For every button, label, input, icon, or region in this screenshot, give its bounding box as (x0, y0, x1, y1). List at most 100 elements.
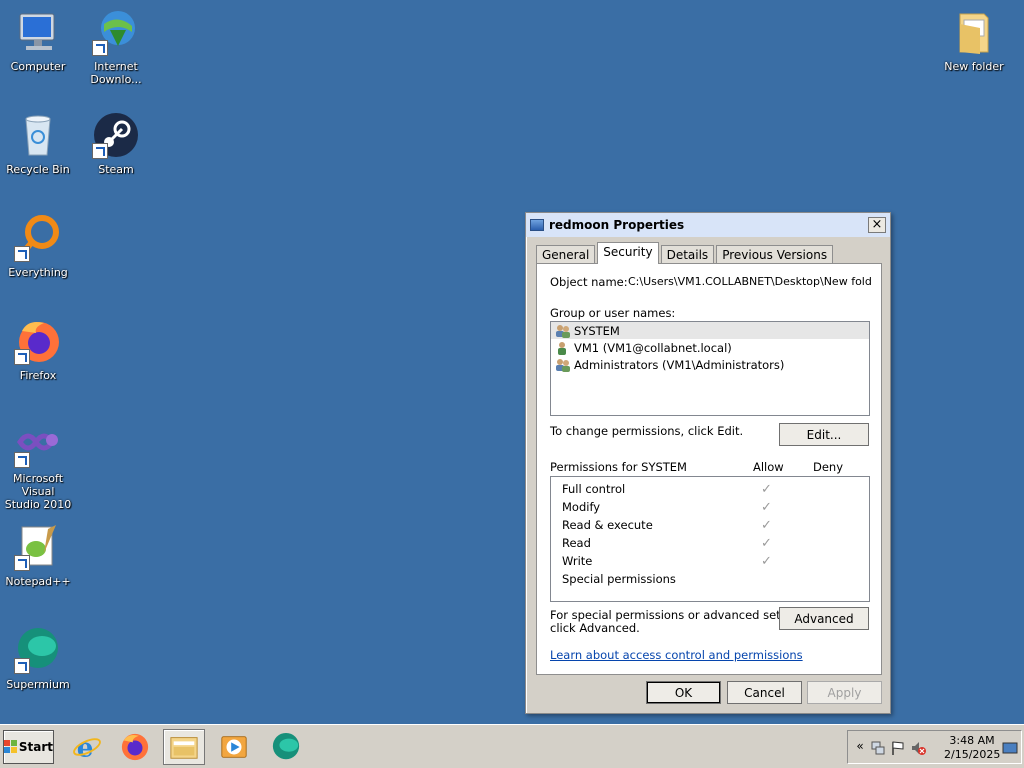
list-item-administrators[interactable]: Administrators (VM1\Administrators) (551, 356, 869, 373)
permission-row-modify: Modify ✓ (562, 500, 862, 518)
permission-name: Special permissions (562, 572, 676, 586)
user-icon (555, 341, 571, 355)
security-panel: Object name: C:\Users\VM1.COLLABNET\Desk… (536, 263, 882, 675)
desktop-icon-label: Internet Downlo... (90, 60, 142, 86)
allow-check-icon: ✓ (761, 518, 772, 533)
group-users-icon (555, 324, 571, 338)
cancel-button[interactable]: Cancel (727, 681, 802, 704)
permission-name: Write (562, 554, 593, 568)
steam-icon (92, 111, 140, 159)
change-permissions-text: To change permissions, click Edit. (550, 424, 744, 438)
desktop-icon-computer[interactable]: Computer (0, 8, 78, 73)
dialog-titlebar[interactable]: redmoon Properties × (526, 213, 890, 237)
tab-previous-versions[interactable]: Previous Versions (716, 245, 834, 264)
desktop-icon-visual-studio[interactable]: Microsoft Visual Studio 2010 (0, 420, 78, 511)
apply-button[interactable]: Apply (807, 681, 882, 704)
internet-download-manager-icon (92, 8, 140, 56)
tab-security[interactable]: Security (597, 242, 659, 264)
clock[interactable]: 3:48 AM 2/15/2025 (944, 734, 1000, 762)
show-desktop-icon[interactable] (1002, 740, 1018, 756)
allow-header: Allow (753, 460, 784, 474)
window-icon (530, 219, 544, 231)
file-explorer-icon (170, 737, 198, 759)
taskbar-file-explorer[interactable] (163, 729, 205, 765)
properties-dialog: redmoon Properties × General Security De… (525, 212, 891, 714)
network-icon[interactable] (870, 740, 886, 756)
show-hidden-icons-icon[interactable]: « (852, 739, 868, 755)
shortcut-arrow-icon (14, 658, 30, 674)
notepad-plus-plus-icon (14, 523, 62, 571)
desktop-icon-new-folder[interactable]: New folder (934, 8, 1014, 73)
object-name-value: C:\Users\VM1.COLLABNET\Desktop\New folde… (628, 275, 872, 288)
desktop-icon-firefox[interactable]: Firefox (0, 317, 78, 382)
recycle-bin-icon (14, 111, 62, 159)
start-button[interactable]: Start (3, 730, 54, 764)
everything-search-icon (14, 214, 62, 262)
tab-details[interactable]: Details (660, 245, 715, 264)
user-name: Administrators (VM1\Administrators) (574, 357, 785, 372)
permission-name: Read & execute (562, 518, 653, 532)
user-name: SYSTEM (574, 323, 620, 338)
desktop-icon-label: Steam (98, 163, 134, 176)
supermium-icon (14, 626, 62, 674)
group-names-label: Group or user names: (550, 306, 676, 320)
clock-date: 2/15/2025 (944, 748, 1001, 761)
permission-row-special: Special permissions (562, 572, 862, 590)
taskbar-media-player[interactable] (213, 729, 255, 765)
taskbar-supermium[interactable] (265, 729, 307, 765)
system-tray: « 3:48 AM 2/15/2025 (847, 730, 1022, 764)
user-name: VM1 (VM1@collabnet.local) (574, 340, 732, 355)
taskbar-internet-explorer[interactable]: e (66, 729, 108, 765)
desktop-icon-label: Computer (10, 60, 66, 73)
desktop-icon-recycle-bin[interactable]: Recycle Bin (0, 111, 78, 176)
permission-row-write: Write ✓ (562, 554, 862, 572)
desktop-icon-notepad-plus-plus[interactable]: Notepad++ (0, 523, 78, 588)
supermium-icon (272, 732, 300, 760)
desktop-icon-label: Notepad++ (5, 575, 71, 588)
clock-time: 3:48 AM (949, 734, 995, 747)
shortcut-arrow-icon (92, 40, 108, 56)
group-user-list[interactable]: SYSTEM VM1 (VM1@collabnet.local) Adminis… (550, 321, 870, 416)
permission-name: Modify (562, 500, 601, 514)
permission-name: Full control (562, 482, 626, 496)
permission-name: Read (562, 536, 591, 550)
permissions-list: Full control ✓ Modify ✓ Read & execute ✓… (550, 476, 870, 602)
close-button[interactable]: × (868, 217, 886, 233)
svg-text:e: e (77, 732, 94, 762)
ok-button[interactable]: OK (646, 681, 721, 704)
internet-explorer-icon: e (73, 732, 101, 762)
list-item-vm1[interactable]: VM1 (VM1@collabnet.local) (551, 339, 869, 356)
taskbar-firefox[interactable] (114, 729, 156, 765)
edit-button[interactable]: Edit... (779, 423, 869, 446)
allow-check-icon: ✓ (761, 482, 772, 497)
allow-check-icon: ✓ (761, 554, 772, 569)
desktop-icon-supermium[interactable]: Supermium (0, 626, 78, 691)
visual-studio-icon (14, 420, 62, 468)
action-center-flag-icon[interactable] (890, 740, 906, 756)
taskbar: Start e « 3:48 AM 2/15/2025 (0, 724, 1024, 768)
allow-check-icon: ✓ (761, 500, 772, 515)
desktop-icon-label: Microsoft Visual Studio 2010 (4, 472, 72, 511)
allow-check-icon: ✓ (761, 536, 772, 551)
shortcut-arrow-icon (14, 349, 30, 365)
computer-icon (14, 8, 62, 56)
windows-logo-icon (4, 740, 17, 754)
list-item-system[interactable]: SYSTEM (551, 322, 869, 339)
group-users-icon (555, 358, 571, 372)
start-label: Start (18, 740, 53, 754)
firefox-icon (121, 733, 149, 761)
permission-row-read-execute: Read & execute ✓ (562, 518, 862, 536)
desktop-icon-steam[interactable]: Steam (76, 111, 156, 176)
volume-muted-icon[interactable] (910, 740, 926, 756)
advanced-button[interactable]: Advanced (779, 607, 869, 630)
permission-row-full-control: Full control ✓ (562, 482, 862, 500)
dialog-title: redmoon Properties (549, 218, 685, 232)
tab-general[interactable]: General (536, 245, 596, 264)
object-name-label: Object name: (550, 275, 628, 289)
desktop-icon-internet-download-manager[interactable]: Internet Downlo... (76, 8, 156, 86)
tab-strip: General Security Details Previous Versio… (536, 242, 835, 264)
learn-access-control-link[interactable]: Learn about access control and permissio… (550, 648, 803, 662)
deny-header: Deny (813, 460, 844, 474)
desktop-icon-everything[interactable]: Everything (0, 214, 78, 279)
advanced-text-line2: click Advanced. (550, 621, 640, 635)
